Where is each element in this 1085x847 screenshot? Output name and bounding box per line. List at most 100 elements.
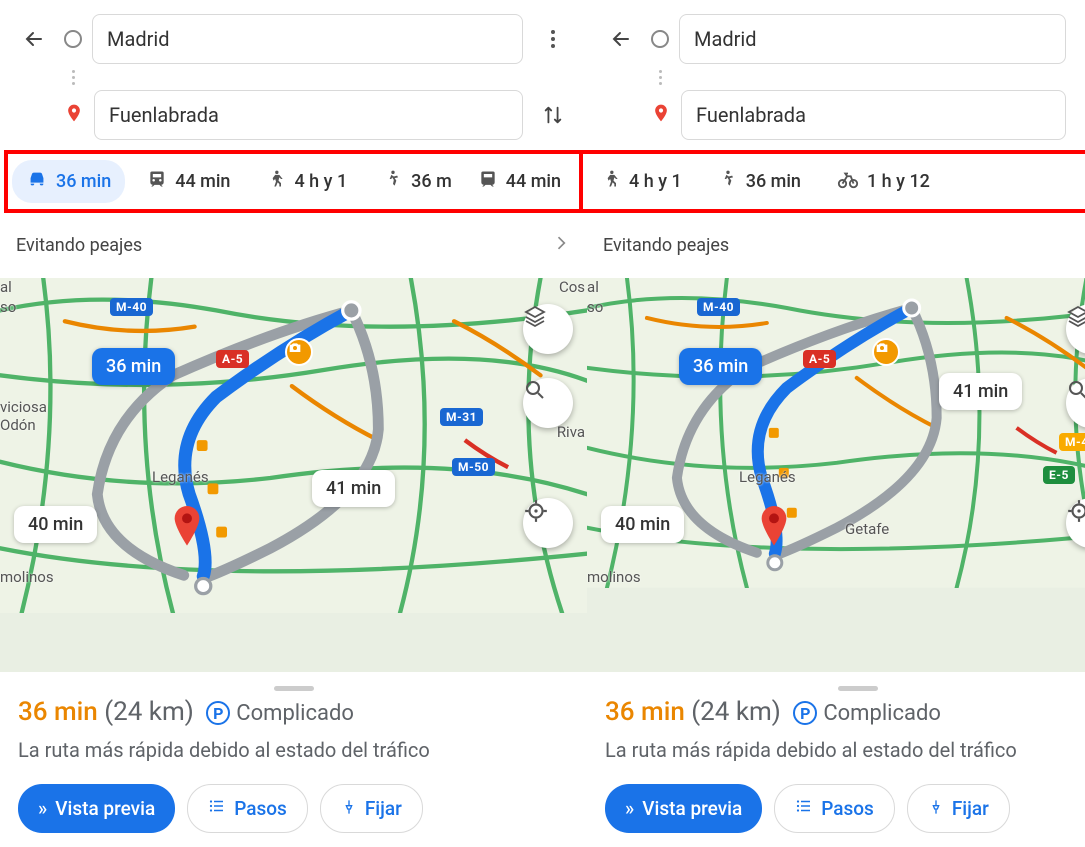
- bottom-sheet: 36 min (24 km) P Complicado La ruta más …: [0, 672, 587, 847]
- route-time-main[interactable]: 36 min: [92, 348, 175, 385]
- edge-label: so: [587, 298, 603, 316]
- travel-mode-bar[interactable]: 36 min 44 min 4 h y 1 36 m 44 min: [4, 150, 583, 213]
- destination-pin-icon: [759, 506, 789, 548]
- mode-label: 44 min: [175, 171, 230, 192]
- route-distance: (24 km): [104, 697, 194, 727]
- edge-label: viciosa: [0, 398, 47, 416]
- car-icon: [26, 168, 48, 195]
- destination-input[interactable]: Fuenlabrada: [681, 90, 1066, 140]
- edge-label: Odón: [0, 416, 36, 434]
- list-icon: [208, 797, 226, 820]
- taxi-icon: [718, 169, 738, 194]
- btn-label: Vista previa: [642, 797, 742, 820]
- map-canvas[interactable]: Leganés Getafe al so molinos Cos Riva M-…: [587, 278, 1085, 672]
- route-time-alt[interactable]: 41 min: [312, 470, 395, 507]
- city-label: Leganés: [152, 468, 209, 486]
- swap-button[interactable]: [533, 104, 573, 126]
- drag-handle[interactable]: [838, 686, 878, 691]
- mode-taxi[interactable]: 36 m: [369, 161, 466, 202]
- origin-icon: [651, 30, 669, 48]
- edge-label: al: [0, 278, 12, 296]
- btn-label: Pasos: [234, 797, 287, 820]
- parking-indicator: P Complicado: [206, 701, 354, 726]
- header: Madrid Fuenlabrada: [0, 0, 587, 144]
- waypoint-dots: [64, 64, 82, 90]
- btn-label: Pasos: [821, 797, 874, 820]
- btn-label: Vista previa: [55, 797, 155, 820]
- parking-icon: P: [793, 701, 817, 725]
- pin-button[interactable]: Fijar: [320, 784, 423, 833]
- mode-train[interactable]: 44 min: [133, 161, 244, 202]
- edge-label: al: [587, 278, 599, 296]
- back-button[interactable]: [14, 19, 54, 59]
- highway-badge: M-31: [440, 408, 483, 426]
- layers-button[interactable]: [523, 304, 573, 354]
- route-time-alt[interactable]: 41 min: [939, 373, 1022, 410]
- preview-button[interactable]: » Vista previa: [18, 784, 175, 833]
- mode-walk[interactable]: 4 h y 1: [587, 161, 696, 202]
- more-button[interactable]: [1076, 19, 1085, 59]
- highway-badge: M-40: [697, 298, 740, 316]
- route-distance: (24 km): [691, 697, 781, 727]
- bottom-sheet: 36 min (24 km) P Complicado La ruta más …: [587, 672, 1085, 847]
- mode-walk[interactable]: 4 h y 1: [252, 161, 361, 202]
- highway-badge: M-40: [110, 298, 153, 316]
- origin-icon: [64, 30, 82, 48]
- walk-icon: [266, 169, 286, 194]
- route-time-alt[interactable]: 40 min: [14, 506, 97, 543]
- pane-right: Madrid Fuenlabrada 4 h y 1: [587, 0, 1085, 847]
- pin-icon: [341, 797, 357, 820]
- pin-button[interactable]: Fijar: [907, 784, 1010, 833]
- locate-button[interactable]: [523, 498, 573, 548]
- mode-label: 4 h y 1: [294, 171, 347, 192]
- destination-icon: [651, 103, 671, 127]
- highway-badge: M-45: [1059, 433, 1085, 451]
- destination-pin-icon: [172, 506, 202, 548]
- route-options-row[interactable]: Evitando peajes: [0, 213, 587, 278]
- city-label: Leganés: [739, 468, 796, 486]
- mode-label: 36 min: [746, 171, 801, 192]
- drag-handle[interactable]: [274, 686, 314, 691]
- parking-indicator: P Complicado: [793, 701, 941, 726]
- edge-label: Cos: [559, 278, 585, 296]
- mode-label: 1 h y 12: [867, 171, 930, 192]
- swap-button[interactable]: [1076, 104, 1085, 126]
- speedcam-icon: [285, 338, 313, 366]
- preview-button[interactable]: » Vista previa: [605, 784, 762, 833]
- pane-left: Madrid Fuenlabrada 36 min: [0, 0, 587, 847]
- btn-label: Fijar: [365, 797, 402, 820]
- route-summary: 36 min (24 km) P Complicado: [605, 697, 1085, 727]
- mode-taxi[interactable]: 36 min: [704, 161, 815, 202]
- map-canvas[interactable]: Leganés al so viciosa Odón molinos Cos R…: [0, 278, 587, 672]
- mode-car[interactable]: 36 min: [12, 160, 125, 203]
- mode-label: 36 m: [411, 171, 452, 192]
- destination-input[interactable]: Fuenlabrada: [94, 90, 523, 140]
- app-root: Madrid Fuenlabrada 36 min: [0, 0, 1085, 847]
- search-button[interactable]: [523, 378, 573, 428]
- origin-input[interactable]: Madrid: [679, 14, 1066, 64]
- waypoint-dots: [651, 64, 669, 90]
- walk-icon: [601, 169, 621, 194]
- route-options-row[interactable]: Evitando peajes: [587, 213, 1085, 278]
- train-icon: [147, 169, 167, 194]
- parking-icon: P: [206, 701, 230, 725]
- steps-button[interactable]: Pasos: [187, 784, 308, 833]
- steps-button[interactable]: Pasos: [774, 784, 895, 833]
- pin-icon: [928, 797, 944, 820]
- origin-input[interactable]: Madrid: [92, 14, 523, 64]
- avoid-label: Evitando peajes: [603, 235, 729, 256]
- back-button[interactable]: [601, 19, 641, 59]
- train-icon: [478, 169, 498, 194]
- highway-badge: E-5: [1043, 466, 1075, 484]
- mode-bike[interactable]: 1 h y 12: [823, 160, 944, 203]
- btn-label: Fijar: [952, 797, 989, 820]
- travel-mode-bar[interactable]: 4 h y 1 36 min 1 h y 12: [583, 150, 1085, 213]
- route-time-main[interactable]: 36 min: [679, 348, 762, 385]
- edge-label: molinos: [587, 568, 641, 586]
- route-time-alt[interactable]: 40 min: [601, 506, 684, 543]
- route-summary: 36 min (24 km) P Complicado: [18, 697, 569, 727]
- bike-icon: [837, 168, 859, 195]
- mode-label: 44 min: [506, 171, 561, 192]
- more-button[interactable]: [533, 19, 573, 59]
- mode-train2[interactable]: 44 min: [464, 161, 575, 202]
